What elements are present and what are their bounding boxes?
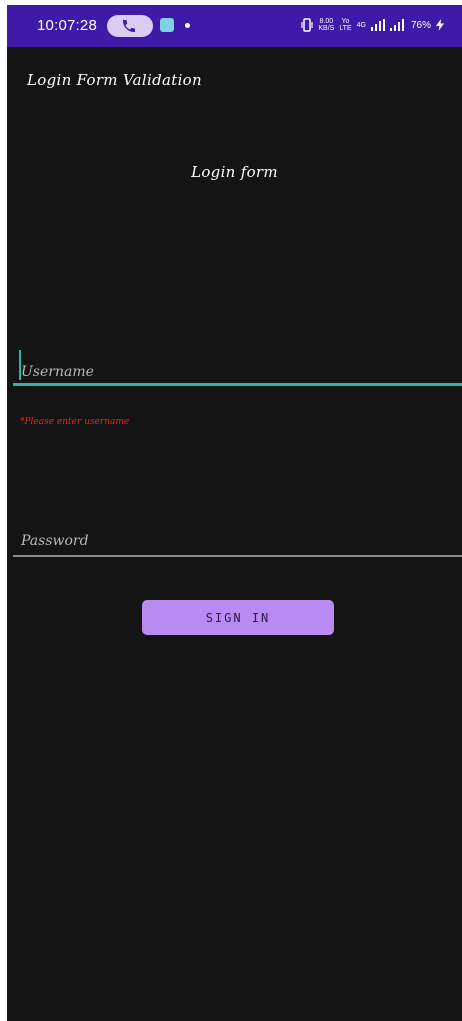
signal-icon-secondary <box>389 19 404 31</box>
password-placeholder: Password <box>21 533 89 549</box>
password-field[interactable]: Password <box>13 525 462 557</box>
volte-label: Yo <box>341 18 350 25</box>
username-placeholder: Username <box>21 364 94 380</box>
sign-in-button[interactable]: SIGN IN <box>142 600 334 635</box>
signal-icon <box>370 19 385 31</box>
charging-icon <box>436 19 444 31</box>
network-type: 4G <box>356 21 366 29</box>
phone-screen: 10:07:28 8.00 KB/S Yo LTE 4G 76% Login F… <box>7 5 462 1021</box>
vibrate-icon <box>301 18 313 32</box>
username-field[interactable]: Username <box>13 350 462 386</box>
volte-indicator: Yo LTE <box>339 18 351 32</box>
notification-dot-icon <box>185 23 190 28</box>
status-time: 10:07:28 <box>37 17 97 34</box>
volte-sub-label: LTE <box>339 25 352 32</box>
app-title: Login Form Validation <box>27 71 202 89</box>
status-icons: 8.00 KB/S Yo LTE 4G 76% <box>301 18 444 32</box>
phone-call-icon <box>123 20 135 32</box>
battery-percent: 76% <box>410 19 431 31</box>
network-speed-unit: KB/S <box>318 25 335 32</box>
username-underline <box>13 383 462 386</box>
password-underline <box>13 555 462 557</box>
status-bar: 10:07:28 8.00 KB/S Yo LTE 4G 76% <box>7 5 462 47</box>
network-speed: 8.00 KB/S <box>318 18 334 32</box>
form-heading: Login form <box>191 163 278 181</box>
username-error-message: *Please enter username <box>20 417 130 427</box>
network-speed-value: 8.00 <box>319 18 334 25</box>
app-notification-icon <box>160 18 174 32</box>
ongoing-call-indicator[interactable] <box>107 15 153 37</box>
